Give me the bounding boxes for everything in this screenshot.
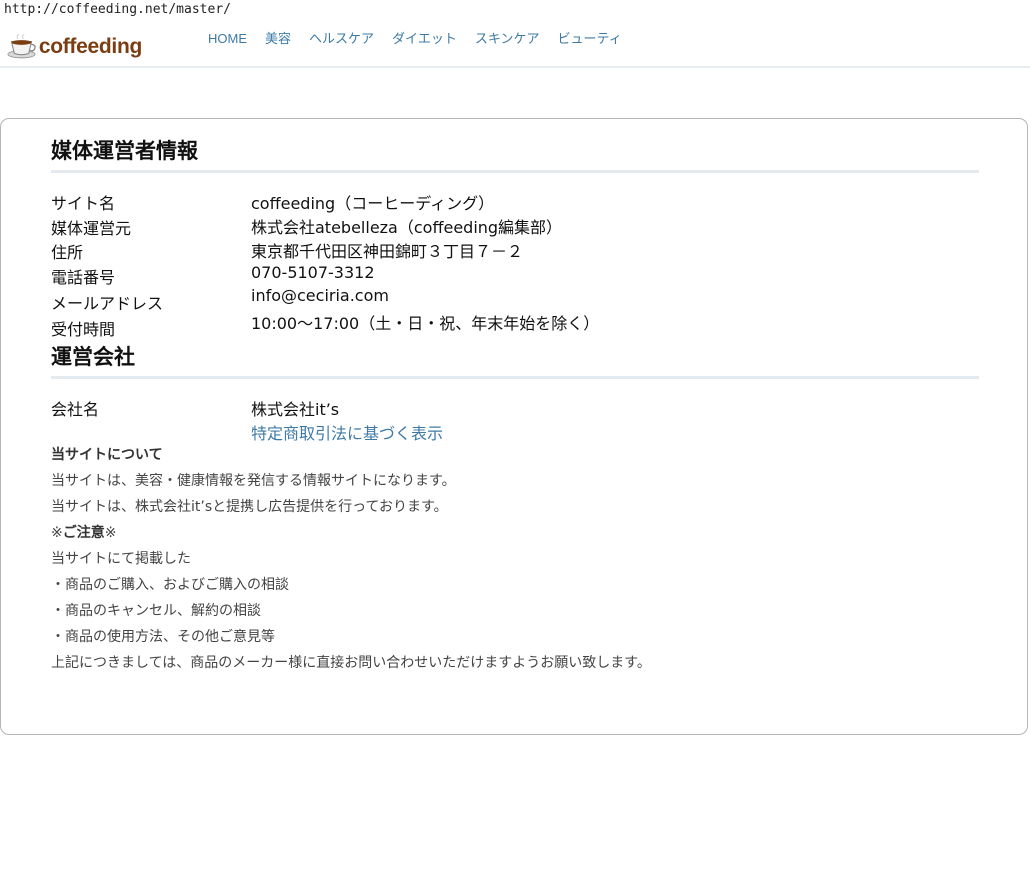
nav-healthcare[interactable]: ヘルスケア bbox=[309, 30, 374, 48]
site-logo[interactable]: coffeeding bbox=[7, 32, 142, 62]
info-label: 電話番号 bbox=[51, 268, 116, 287]
nav-diet[interactable]: ダイエット bbox=[392, 30, 457, 48]
info-label: 住所 bbox=[51, 243, 84, 262]
info-label: サイト名 bbox=[51, 194, 116, 213]
about-line: 当サイトは、株式会社it’sと提携し広告提供を行っております。 bbox=[51, 499, 448, 515]
info-value: 株式会社it’s bbox=[251, 400, 340, 419]
info-value: 東京都千代田区神田錦町３丁目７－２ bbox=[251, 242, 524, 261]
commercial-law-link[interactable]: 特定商取引法に基づく表示 bbox=[251, 420, 443, 444]
notice-mark: ※ bbox=[104, 525, 117, 541]
about-bullet: ・商品のキャンセル、解約の相談 bbox=[51, 603, 261, 619]
about-site-section: 当サイトについて 当サイトは、美容・健康情報を発信する情報サイトになります。 当… bbox=[51, 446, 979, 680]
info-value: coffeeding（コーヒーディング） bbox=[251, 194, 495, 213]
media-operator-title: 媒体運営者情報 bbox=[51, 139, 198, 163]
info-value: 070-5107-3312 bbox=[251, 263, 375, 282]
section-divider bbox=[51, 170, 979, 173]
notice-mark: ※ bbox=[51, 525, 63, 541]
nav-beauty[interactable]: 美容 bbox=[265, 30, 291, 48]
about-heading: 当サイトについて bbox=[51, 447, 163, 463]
main-nav: HOME 美容 ヘルスケア ダイエット スキンケア ビューティ bbox=[208, 30, 640, 48]
nav-home[interactable]: HOME bbox=[208, 30, 247, 48]
coffee-cup-icon bbox=[7, 33, 36, 59]
nav-skincare[interactable]: スキンケア bbox=[475, 30, 540, 48]
logo-text: coffeeding bbox=[38, 35, 142, 58]
section-divider bbox=[51, 376, 979, 379]
info-label: 媒体運営元 bbox=[51, 219, 132, 238]
about-bullet: ・商品のご購入、およびご購入の相談 bbox=[51, 577, 289, 593]
info-label: 会社名 bbox=[51, 400, 100, 419]
info-label: メールアドレス bbox=[51, 294, 164, 313]
about-line: 当サイトにて掲載した bbox=[51, 551, 191, 567]
info-label: 受付時間 bbox=[51, 320, 116, 339]
page-url: http://coffeeding.net/master/ bbox=[4, 2, 231, 17]
nav-beauty-items[interactable]: ビューティ bbox=[558, 30, 622, 48]
info-value: info@ceciria.com bbox=[251, 286, 389, 305]
about-bullet: ・商品の使用方法、その他ご意見等 bbox=[51, 629, 275, 645]
about-line: 当サイトは、美容・健康情報を発信する情報サイトになります。 bbox=[51, 473, 456, 489]
notice-line: ※ご注意※ bbox=[51, 524, 979, 550]
info-value: 株式会社atebelleza（coffeeding編集部） bbox=[251, 218, 563, 237]
notice-heading: ご注意 bbox=[62, 525, 105, 541]
company-section-title: 運営会社 bbox=[51, 345, 135, 369]
info-value: 10:00～17:00（土・日・祝、年末年始を除く） bbox=[251, 314, 600, 333]
header-divider bbox=[0, 66, 1030, 68]
about-line: 上記につきましては、商品のメーカー様に直接お問い合わせいただけますようお願い致し… bbox=[51, 655, 651, 671]
